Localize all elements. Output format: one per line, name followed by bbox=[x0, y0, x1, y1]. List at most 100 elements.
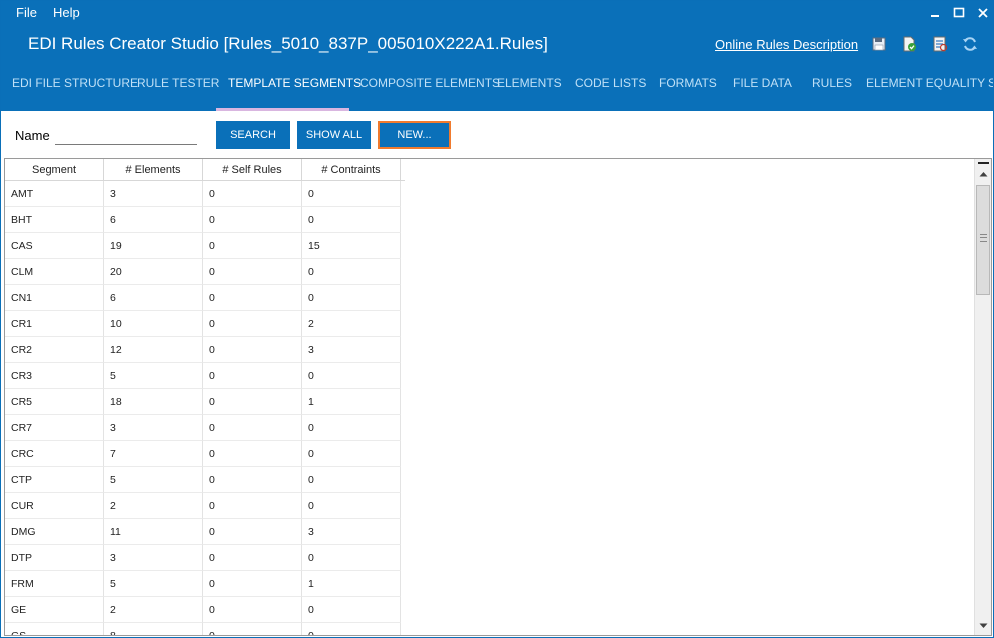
cell-segment: BHT bbox=[5, 207, 104, 233]
search-button[interactable]: SEARCH bbox=[216, 121, 290, 149]
cell-elements: 12 bbox=[104, 337, 203, 363]
cell-constraints: 0 bbox=[302, 181, 401, 207]
table-row[interactable]: CR3 5 0 0 bbox=[5, 363, 405, 389]
save-icon[interactable] bbox=[871, 36, 887, 52]
new-button[interactable]: NEW... bbox=[378, 121, 451, 149]
table-row[interactable]: CLM 20 0 0 bbox=[5, 259, 405, 285]
table-row[interactable]: CRC 7 0 0 bbox=[5, 441, 405, 467]
tab-bar: EDI FILE STRUCTURE RULE TESTER TEMPLATE … bbox=[1, 71, 993, 111]
cell-constraints: 0 bbox=[302, 467, 401, 493]
table-row[interactable]: CAS 19 0 15 bbox=[5, 233, 405, 259]
cell-constraints: 0 bbox=[302, 259, 401, 285]
maximize-button[interactable] bbox=[947, 1, 971, 25]
tab-overflow[interactable]: S bbox=[988, 71, 993, 111]
cell-segment: DMG bbox=[5, 519, 104, 545]
table-row[interactable]: BHT 6 0 0 bbox=[5, 207, 405, 233]
cell-self-rules: 0 bbox=[203, 441, 302, 467]
table-row[interactable]: DTP 3 0 0 bbox=[5, 545, 405, 571]
minimize-icon bbox=[931, 15, 939, 17]
refresh-icon[interactable] bbox=[962, 36, 978, 52]
cell-segment: GS bbox=[5, 623, 104, 635]
tab-formats[interactable]: FORMATS bbox=[659, 71, 717, 111]
scroll-up-button[interactable] bbox=[975, 167, 991, 181]
cell-constraints: 0 bbox=[302, 623, 401, 635]
cell-self-rules: 0 bbox=[203, 181, 302, 207]
tab-element-equality[interactable]: ELEMENT EQUALITY bbox=[866, 71, 985, 111]
table-row[interactable]: CR5 18 0 1 bbox=[5, 389, 405, 415]
scroll-down-button[interactable] bbox=[975, 619, 991, 633]
cell-constraints: 3 bbox=[302, 519, 401, 545]
column-header-elements[interactable]: # Elements bbox=[104, 159, 203, 181]
cell-segment: CR2 bbox=[5, 337, 104, 363]
table-row[interactable]: CR2 12 0 3 bbox=[5, 337, 405, 363]
cell-self-rules: 0 bbox=[203, 545, 302, 571]
menu-file[interactable]: File bbox=[16, 5, 37, 20]
cell-constraints: 3 bbox=[302, 337, 401, 363]
scroll-down-arrow-icon bbox=[979, 623, 987, 628]
column-header-segment[interactable]: Segment bbox=[5, 159, 104, 181]
table-row[interactable]: FRM 5 0 1 bbox=[5, 571, 405, 597]
grip-icon bbox=[980, 234, 987, 242]
table-row[interactable]: CN1 6 0 0 bbox=[5, 285, 405, 311]
close-icon bbox=[978, 8, 988, 18]
table-row[interactable]: GE 2 0 0 bbox=[5, 597, 405, 623]
column-header-constraints[interactable]: # Contraints bbox=[302, 159, 401, 181]
tab-elements[interactable]: ELEMENTS bbox=[497, 71, 562, 111]
table-row[interactable]: CR7 3 0 0 bbox=[5, 415, 405, 441]
cell-self-rules: 0 bbox=[203, 389, 302, 415]
minimize-button[interactable] bbox=[923, 1, 947, 25]
cell-segment: CRC bbox=[5, 441, 104, 467]
cell-constraints: 0 bbox=[302, 207, 401, 233]
name-label: Name bbox=[15, 128, 50, 143]
cell-segment: AMT bbox=[5, 181, 104, 207]
app-window: File Help EDI Rules Creator Studio [Rule… bbox=[0, 0, 994, 638]
show-all-button[interactable]: SHOW ALL bbox=[297, 121, 371, 149]
cell-elements: 8 bbox=[104, 623, 203, 635]
scroll-top-marker bbox=[978, 162, 989, 164]
cell-segment: CUR bbox=[5, 493, 104, 519]
cell-segment: CAS bbox=[5, 233, 104, 259]
table-row[interactable]: CUR 2 0 0 bbox=[5, 493, 405, 519]
cell-segment: CLM bbox=[5, 259, 104, 285]
cell-elements: 3 bbox=[104, 181, 203, 207]
cell-self-rules: 0 bbox=[203, 519, 302, 545]
menu-help[interactable]: Help bbox=[53, 5, 80, 20]
cell-constraints: 0 bbox=[302, 441, 401, 467]
close-button[interactable] bbox=[971, 1, 993, 25]
name-input[interactable] bbox=[55, 127, 197, 145]
tab-rules[interactable]: RULES bbox=[812, 71, 852, 111]
cell-elements: 18 bbox=[104, 389, 203, 415]
maximize-icon bbox=[953, 7, 965, 18]
cell-segment: CR1 bbox=[5, 311, 104, 337]
scroll-thumb[interactable] bbox=[976, 185, 990, 295]
online-rules-description-link[interactable]: Online Rules Description bbox=[715, 37, 858, 52]
validate-document-icon[interactable] bbox=[901, 36, 917, 52]
tab-code-lists[interactable]: CODE LISTS bbox=[575, 71, 646, 111]
vertical-scrollbar[interactable] bbox=[974, 159, 991, 635]
column-header-self-rules[interactable]: # Self Rules bbox=[203, 159, 302, 181]
table-row[interactable]: GS 8 0 0 bbox=[5, 623, 405, 635]
cell-self-rules: 0 bbox=[203, 467, 302, 493]
table-row[interactable]: CTP 5 0 0 bbox=[5, 467, 405, 493]
tab-rule-tester[interactable]: RULE TESTER bbox=[137, 71, 219, 111]
cell-self-rules: 0 bbox=[203, 363, 302, 389]
tab-template-segments[interactable]: TEMPLATE SEGMENTS bbox=[228, 71, 361, 111]
cell-elements: 5 bbox=[104, 363, 203, 389]
tab-file-data[interactable]: FILE DATA bbox=[733, 71, 792, 111]
cell-constraints: 0 bbox=[302, 285, 401, 311]
cell-elements: 3 bbox=[104, 415, 203, 441]
cell-constraints: 0 bbox=[302, 493, 401, 519]
table-row[interactable]: AMT 3 0 0 bbox=[5, 181, 405, 207]
tab-edi-file-structure[interactable]: EDI FILE STRUCTURE bbox=[12, 71, 138, 111]
cell-self-rules: 0 bbox=[203, 415, 302, 441]
cell-elements: 10 bbox=[104, 311, 203, 337]
report-icon[interactable] bbox=[932, 36, 948, 52]
cell-self-rules: 0 bbox=[203, 259, 302, 285]
cell-elements: 11 bbox=[104, 519, 203, 545]
table-row[interactable]: DMG 11 0 3 bbox=[5, 519, 405, 545]
tab-composite-elements[interactable]: COMPOSITE ELEMENTS bbox=[360, 71, 500, 111]
menu-bar: File Help bbox=[1, 1, 993, 25]
cell-segment: CTP bbox=[5, 467, 104, 493]
table-row[interactable]: CR1 10 0 2 bbox=[5, 311, 405, 337]
cell-segment: DTP bbox=[5, 545, 104, 571]
